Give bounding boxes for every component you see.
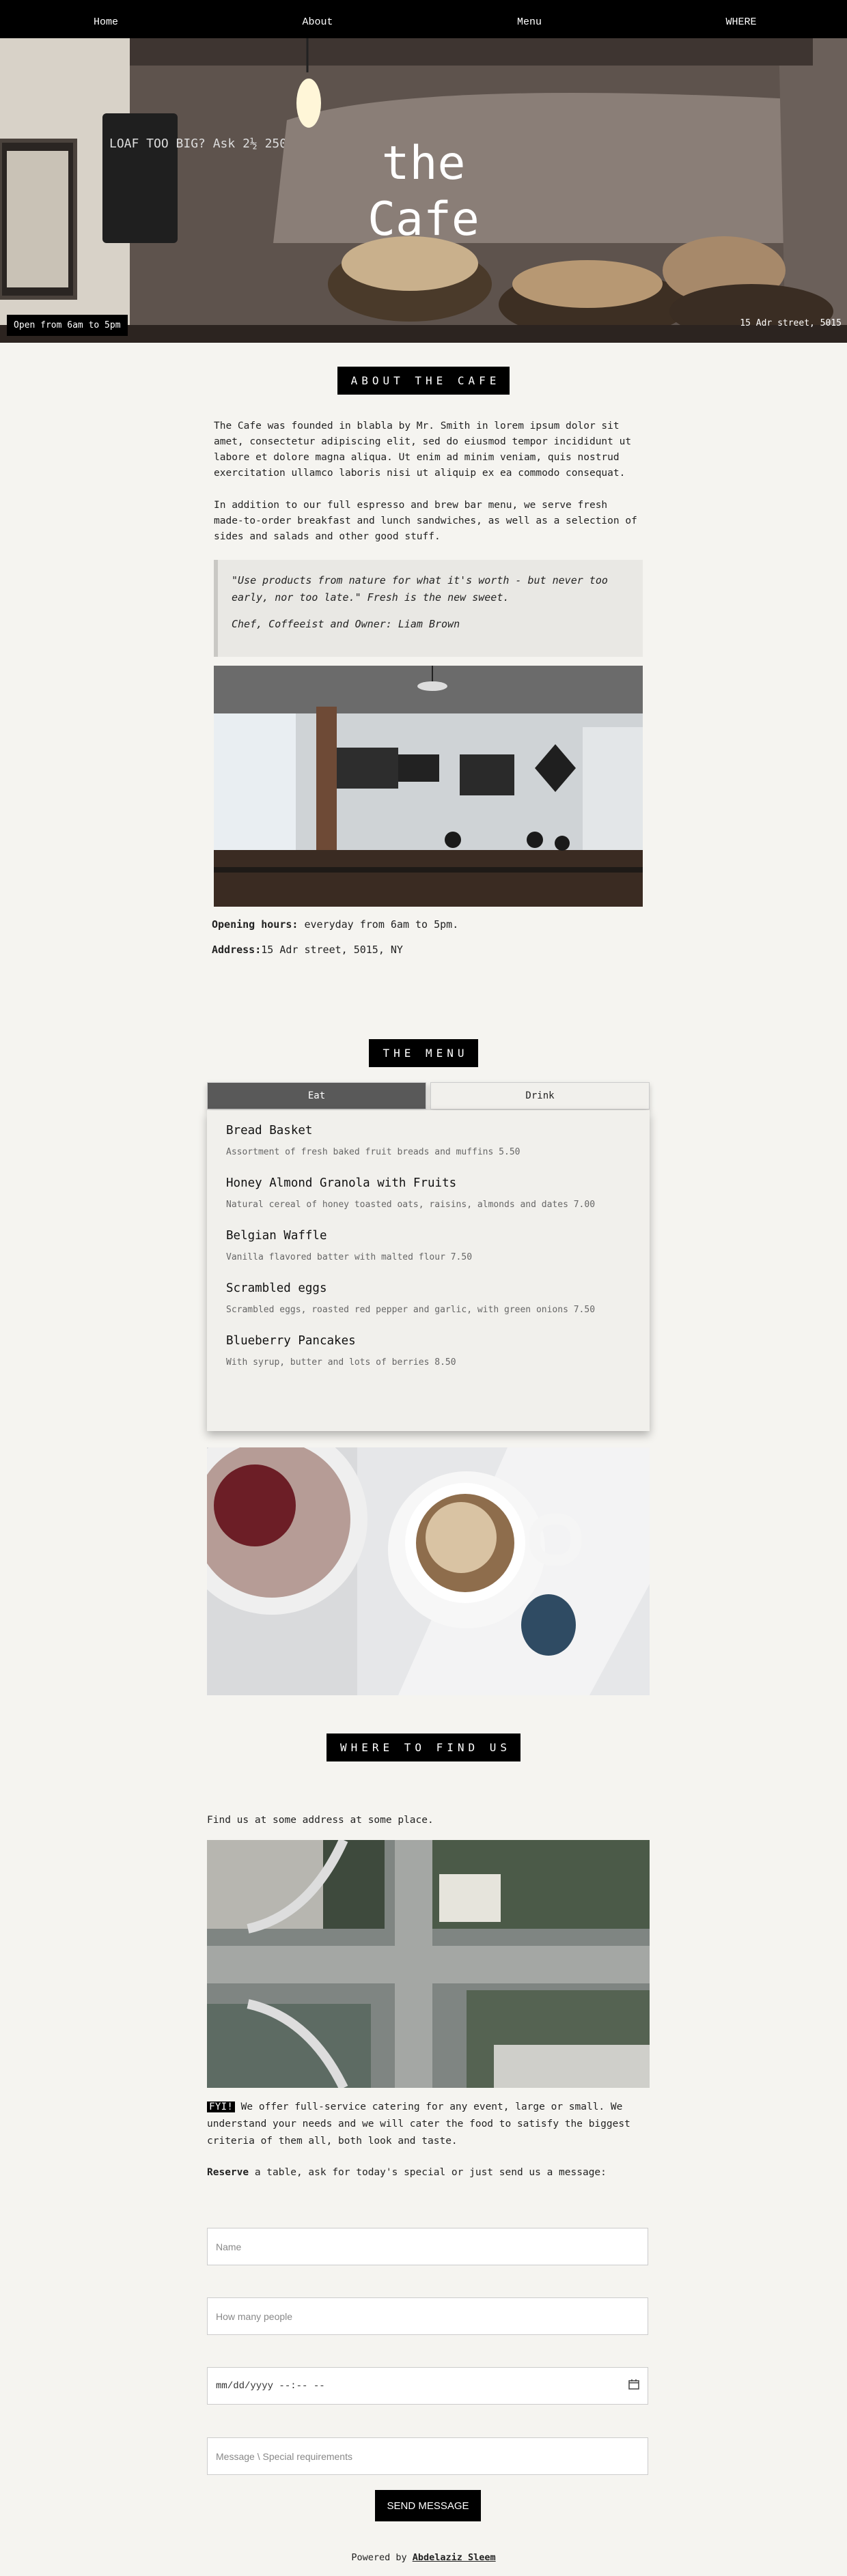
reserve-text: a table, ask for today's special or just… [249, 2167, 607, 2178]
menu-item-name: Bread Basket [226, 1124, 313, 1137]
opening-hours-value: everyday from 6am to 5pm. [298, 918, 459, 931]
menu-item-name: Scrambled eggs [226, 1282, 327, 1295]
about-heading: ABOUT THE CAFE [337, 367, 510, 395]
author-link[interactable]: Abdelaziz Sleem [413, 2552, 496, 2563]
menu-item: Scrambled eggs Scrambled eggs, roasted r… [226, 1282, 630, 1315]
nav-about[interactable]: About [212, 16, 424, 28]
hero-address: 15 Adr street, 5015 [740, 318, 842, 328]
fyi-badge: FYI! [207, 2101, 235, 2112]
send-message-button[interactable]: SEND MESSAGE [375, 2490, 481, 2521]
menu-item-name: Honey Almond Granola with Fruits [226, 1176, 457, 1190]
city-aerial-image [207, 1840, 650, 2088]
menu-item: Honey Almond Granola with Fruits Natural… [226, 1176, 630, 1210]
date-placeholder: mm/dd/yyyy --:-- -- [216, 2380, 325, 2392]
menu-tabs: Eat Drink [207, 1082, 650, 1109]
reserve-info: Reserve a table, ask for today's special… [207, 2164, 650, 2181]
people-input[interactable]: How many people [207, 2297, 648, 2335]
menu-item: Bread Basket Assortment of fresh baked f… [226, 1124, 630, 1157]
hero-title-line1: the [381, 137, 466, 190]
tab-eat[interactable]: Eat [207, 1082, 426, 1109]
bakery-interior-image: LOAF TOO BIG? Ask 2½ 250 £2 [0, 38, 847, 343]
quote-author: Chef, Coffeeist and Owner: Liam Brown [232, 618, 460, 630]
message-input[interactable]: Message \ Special requirements [207, 2437, 648, 2475]
opening-hours-info: Opening hours: everyday from 6am to 5pm. [212, 918, 458, 931]
address-value: 15 Adr street, 5015, NY [261, 944, 403, 956]
menu-heading-wrap: THE MENU [0, 1039, 847, 1067]
menu-item-desc: Vanilla flavored batter with malted flou… [226, 1252, 473, 1262]
address-info: Address:15 Adr street, 5015, NY [212, 944, 403, 956]
catering-info: FYI! We offer full-service catering for … [207, 2099, 650, 2150]
menu-item-desc: Scrambled eggs, roasted red pepper and g… [226, 1305, 596, 1315]
about-paragraph-1: The Cafe was founded in blabla by Mr. Sm… [214, 421, 632, 479]
about-paragraph-2: In addition to our full espresso and bre… [214, 500, 637, 542]
address-label: Address: [212, 944, 262, 956]
calendar-icon[interactable] [628, 2379, 639, 2393]
tab-drink[interactable]: Drink [430, 1082, 650, 1109]
menu-item-desc: Natural cereal of honey toasted oats, ra… [226, 1200, 596, 1210]
menu-item-name: Blueberry Pancakes [226, 1334, 356, 1348]
coffee-breakfast-image [207, 1447, 650, 1695]
name-input[interactable]: Name [207, 2228, 648, 2265]
quote-text: "Use products from nature for what it's … [232, 574, 608, 604]
where-heading: WHERE TO FIND US [326, 1733, 521, 1761]
nav-where[interactable]: WHERE [635, 16, 847, 28]
where-heading-wrap: WHERE TO FIND US [0, 1733, 847, 1761]
top-navbar: Home About Menu WHERE [0, 0, 847, 44]
about-heading-wrap: ABOUT THE CAFE [0, 367, 847, 395]
menu-item-desc: Assortment of fresh baked fruit breads a… [226, 1147, 520, 1157]
nav-menu[interactable]: Menu [424, 16, 635, 28]
nav-home[interactable]: Home [0, 16, 212, 28]
opening-hours-badge: Open from 6am to 5pm [7, 315, 128, 336]
reserve-bold: Reserve [207, 2167, 249, 2178]
footer: Powered by Abdelaziz Sleem [0, 2552, 847, 2563]
menu-item: Belgian Waffle Vanilla flavored batter w… [226, 1229, 630, 1262]
owner-quote: "Use products from nature for what it's … [214, 560, 643, 657]
opening-hours-label: Opening hours: [212, 918, 298, 931]
where-intro: Find us at some address at some place. [207, 1815, 434, 1826]
menu-item: Blueberry Pancakes With syrup, butter an… [226, 1334, 630, 1368]
catering-text: We offer full-service catering for any e… [207, 2101, 630, 2147]
footer-prefix: Powered by [351, 2552, 413, 2563]
menu-list: Bread Basket Assortment of fresh baked f… [207, 1110, 650, 1431]
cafe-interior-image [214, 666, 643, 907]
date-time-input[interactable]: mm/dd/yyyy --:-- -- [207, 2367, 648, 2405]
hero-banner: LOAF TOO BIG? Ask 2½ 250 £2 the Cafe Ope… [0, 38, 847, 343]
menu-item-desc: With syrup, butter and lots of berries 8… [226, 1357, 456, 1368]
menu-item-name: Belgian Waffle [226, 1229, 327, 1243]
hero-title-line2: Cafe [367, 193, 480, 246]
menu-heading: THE MENU [369, 1039, 478, 1067]
